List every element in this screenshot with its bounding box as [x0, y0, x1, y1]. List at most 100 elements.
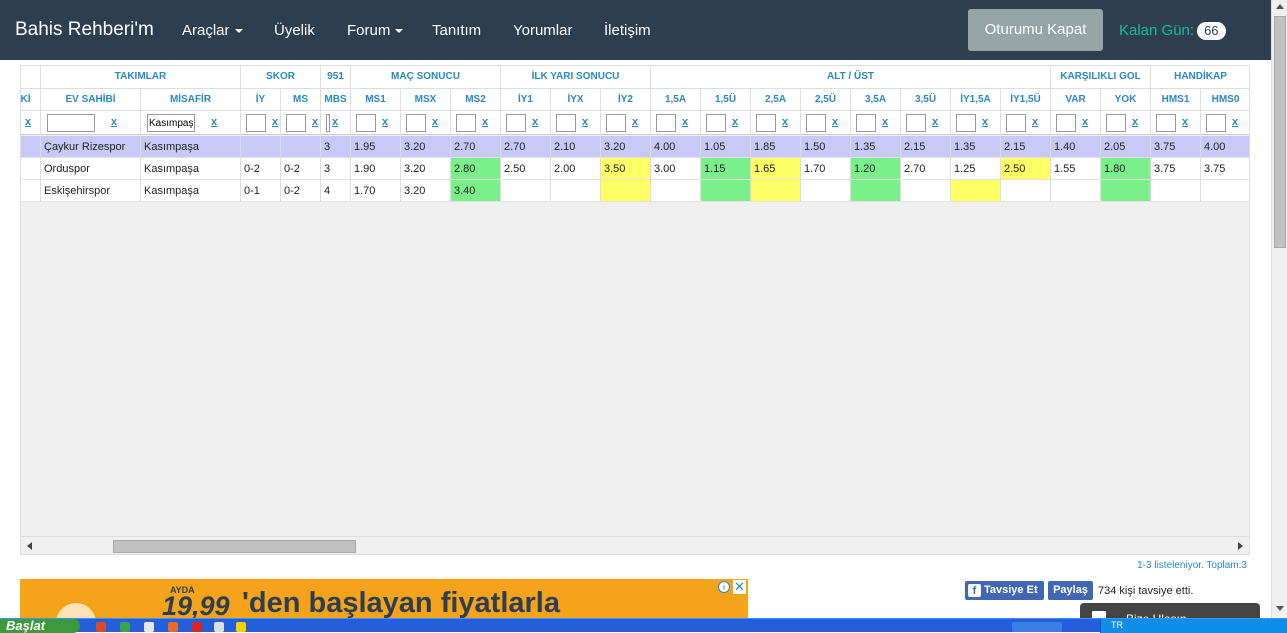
- app-icon[interactable]: [144, 622, 154, 632]
- filter-input[interactable]: [1106, 114, 1126, 132]
- filter-clear-link[interactable]: x: [582, 116, 588, 128]
- filter-input[interactable]: [656, 114, 676, 132]
- column-header-ki[interactable]: Ç Kİ: [21, 89, 41, 111]
- column-header-3-5[interactable]: 3,5Ü: [901, 89, 951, 111]
- filter-input[interactable]: [506, 114, 526, 132]
- scroll-right-arrow-icon[interactable]: [1238, 542, 1243, 550]
- app-icon[interactable]: [214, 622, 224, 632]
- column-header-yok[interactable]: YOK: [1101, 89, 1151, 111]
- nav-item-iletisim[interactable]: İletişim: [604, 22, 651, 39]
- filter-clear-link[interactable]: x: [382, 116, 388, 128]
- page-vertical-scrollbar[interactable]: [1271, 0, 1287, 618]
- scroll-up-arrow-icon[interactable]: [1276, 4, 1284, 9]
- filter-input[interactable]: [246, 114, 266, 132]
- column-header-var[interactable]: VAR: [1051, 89, 1101, 111]
- column-header-mbs[interactable]: MBS: [321, 89, 351, 111]
- filter-input[interactable]: [1006, 114, 1026, 132]
- column-header-ev-sahi-bi[interactable]: EV SAHİBİ: [41, 89, 141, 111]
- filter-clear-link[interactable]: x: [732, 116, 738, 128]
- filter-input[interactable]: [147, 114, 195, 132]
- scroll-down-arrow-icon[interactable]: [1276, 606, 1284, 611]
- filter-clear-link[interactable]: x: [932, 116, 938, 128]
- column-header-ms2[interactable]: MS2: [451, 89, 501, 111]
- column-header-ms1[interactable]: MS1: [351, 89, 401, 111]
- column-header-hms0[interactable]: HMS0: [1201, 89, 1249, 111]
- language-indicator[interactable]: TR: [1111, 620, 1123, 630]
- filter-clear-link[interactable]: x: [982, 116, 988, 128]
- filter-input[interactable]: [806, 114, 826, 132]
- nav-item-araclar[interactable]: Araçlar: [182, 22, 243, 39]
- nav-item-yorumlar[interactable]: Yorumlar: [513, 22, 572, 39]
- column-header-i-y1-5[interactable]: İY1,5Ü: [1001, 89, 1051, 111]
- filter-clear-link[interactable]: x: [1232, 116, 1238, 128]
- advertisement-banner[interactable]: AYDA 19,99 'den başlayan fiyatlarla i ✕: [20, 579, 748, 619]
- filter-clear-link[interactable]: x: [782, 116, 788, 128]
- ad-info-icon[interactable]: i: [718, 581, 730, 593]
- filter-input[interactable]: [956, 114, 976, 132]
- nav-item-forum[interactable]: Forum: [347, 22, 404, 39]
- ad-close-icon[interactable]: ✕: [733, 580, 746, 594]
- nav-item-uyelik[interactable]: Üyelik: [274, 22, 315, 39]
- filter-clear-link[interactable]: x: [312, 116, 318, 128]
- media-player-icon[interactable]: [236, 622, 246, 632]
- filter-input[interactable]: [706, 114, 726, 132]
- column-header-mi-safi-r[interactable]: MİSAFİR: [141, 89, 241, 111]
- filter-clear-link[interactable]: x: [1082, 116, 1088, 128]
- filter-input[interactable]: [1206, 114, 1226, 132]
- filter-clear-link[interactable]: x: [1182, 116, 1188, 128]
- filter-input[interactable]: [756, 114, 776, 132]
- filter-clear-link[interactable]: x: [272, 116, 278, 128]
- column-header-1-5a[interactable]: 1,5A: [651, 89, 701, 111]
- filter-clear-link[interactable]: x: [111, 116, 117, 128]
- nav-item-tanitim[interactable]: Tanıtım: [432, 22, 481, 39]
- filter-input[interactable]: [1056, 114, 1076, 132]
- filter-input[interactable]: [326, 114, 330, 132]
- column-header-3-5a[interactable]: 3,5A: [851, 89, 901, 111]
- column-header-2-5a[interactable]: 2,5A: [751, 89, 801, 111]
- filter-input[interactable]: [286, 114, 306, 132]
- filter-clear-link[interactable]: x: [211, 116, 217, 128]
- facebook-recommend-button[interactable]: f Tavsiye Et: [965, 581, 1044, 600]
- taskbar-window-button[interactable]: [1012, 622, 1062, 632]
- browser-icon[interactable]: [96, 622, 106, 632]
- column-header-hms1[interactable]: HMS1: [1151, 89, 1201, 111]
- filter-clear-link[interactable]: x: [25, 116, 31, 128]
- filter-input[interactable]: [456, 114, 476, 132]
- logout-button[interactable]: Oturumu Kapat: [968, 9, 1103, 51]
- filter-clear-link[interactable]: x: [532, 116, 538, 128]
- filter-input[interactable]: [906, 114, 926, 132]
- column-header-i-y[interactable]: İY: [241, 89, 281, 111]
- filter-input[interactable]: [406, 114, 426, 132]
- firefox-icon[interactable]: [168, 622, 178, 632]
- filter-input[interactable]: [556, 114, 576, 132]
- filter-clear-link[interactable]: x: [432, 116, 438, 128]
- column-header-1-5[interactable]: 1,5Ü: [701, 89, 751, 111]
- column-header-i-y1[interactable]: İY1: [501, 89, 551, 111]
- filter-clear-link[interactable]: x: [832, 116, 838, 128]
- filter-clear-link[interactable]: x: [682, 116, 688, 128]
- column-header-2-5[interactable]: 2,5Ü: [801, 89, 851, 111]
- filter-input[interactable]: [606, 114, 626, 132]
- filter-input[interactable]: [47, 114, 95, 132]
- filter-clear-link[interactable]: x: [632, 116, 638, 128]
- grid-horizontal-scrollbar[interactable]: [21, 536, 1249, 554]
- filter-input[interactable]: [1156, 114, 1176, 132]
- column-header-ms[interactable]: MS: [281, 89, 321, 111]
- column-header-msx[interactable]: MSX: [401, 89, 451, 111]
- filter-clear-link[interactable]: x: [1132, 116, 1138, 128]
- column-header-i-y1-5a[interactable]: İY1,5A: [951, 89, 1001, 111]
- filter-input[interactable]: [856, 114, 876, 132]
- filter-input[interactable]: [356, 114, 376, 132]
- column-header-i-yx[interactable]: İYX: [551, 89, 601, 111]
- filter-clear-link[interactable]: x: [482, 116, 488, 128]
- filter-clear-link[interactable]: x: [882, 116, 888, 128]
- scroll-left-arrow-icon[interactable]: [27, 542, 32, 550]
- start-button[interactable]: Başlat: [0, 619, 80, 633]
- facebook-share-button[interactable]: Paylaş: [1048, 581, 1093, 600]
- column-header-i-y2[interactable]: İY2: [601, 89, 651, 111]
- brand-logo[interactable]: Bahis Rehberi'm: [15, 19, 154, 41]
- chrome-icon[interactable]: [120, 622, 130, 632]
- scrollbar-thumb[interactable]: [113, 540, 356, 553]
- filter-clear-link[interactable]: x: [332, 116, 338, 128]
- opera-icon[interactable]: [192, 622, 202, 632]
